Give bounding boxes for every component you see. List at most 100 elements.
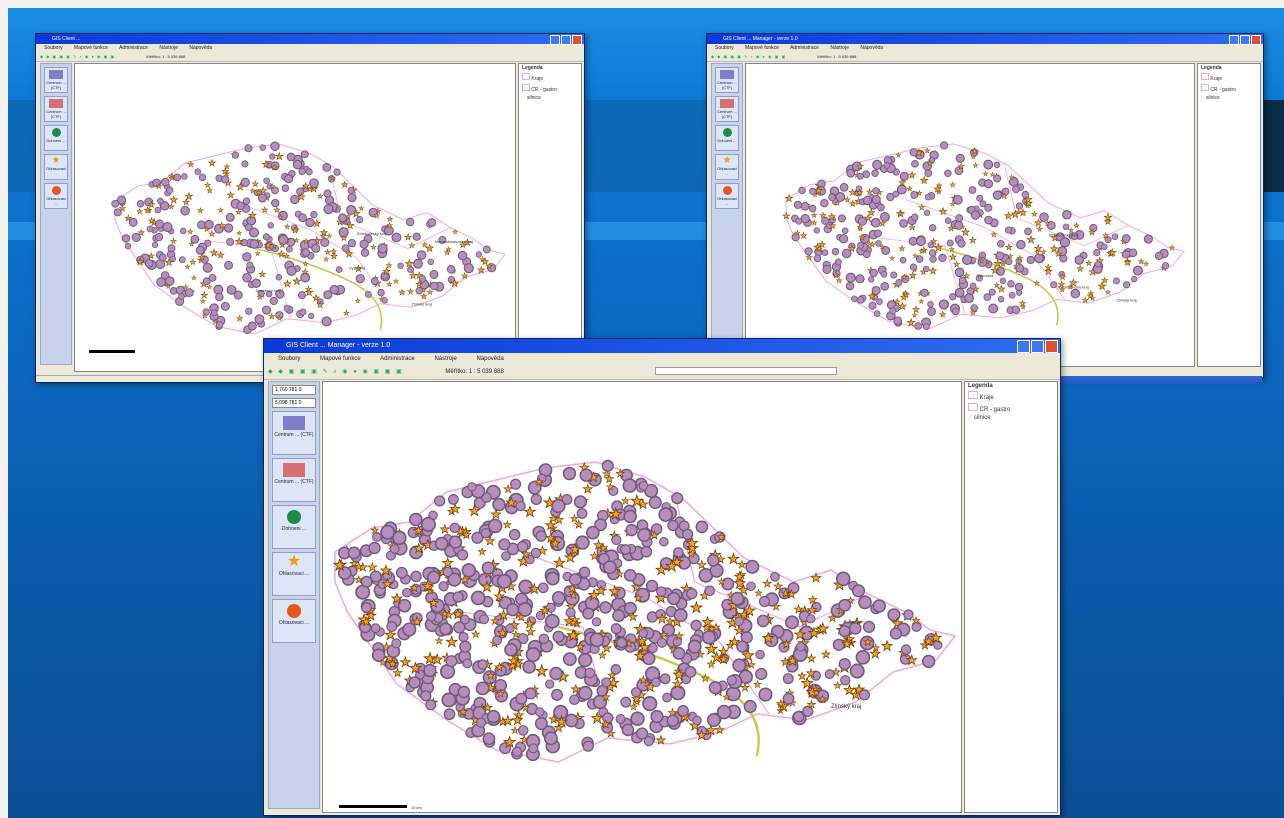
gastro-marker[interactable] [673, 608, 688, 623]
gastro-marker[interactable] [194, 168, 202, 175]
gastro-marker[interactable] [402, 587, 412, 598]
gastro-marker[interactable] [686, 588, 698, 600]
star-marker[interactable]: ★ [762, 579, 772, 591]
star-marker[interactable]: ★ [1034, 243, 1043, 254]
gastro-marker[interactable] [968, 186, 977, 194]
star-marker[interactable]: ★ [742, 603, 756, 620]
gastro-marker[interactable] [577, 653, 593, 668]
gastro-marker[interactable] [828, 193, 836, 202]
gastro-marker[interactable] [154, 219, 164, 229]
gastro-marker[interactable] [154, 206, 162, 214]
star-marker[interactable]: ★ [382, 266, 392, 278]
gastro-marker[interactable] [872, 599, 886, 613]
gastro-marker[interactable] [695, 520, 709, 534]
zoom-slider[interactable] [655, 367, 838, 376]
gastro-marker[interactable] [804, 247, 813, 256]
gastro-marker[interactable] [795, 217, 803, 225]
gastro-marker[interactable] [248, 227, 260, 238]
gastro-marker[interactable] [892, 190, 900, 198]
gastro-marker[interactable] [338, 213, 348, 223]
gastro-marker[interactable] [281, 184, 290, 192]
gastro-marker[interactable] [249, 239, 260, 249]
star-marker[interactable]: ★ [1017, 253, 1024, 262]
gastro-marker[interactable] [1101, 243, 1108, 251]
gastro-marker[interactable] [873, 310, 881, 317]
gastro-marker[interactable] [240, 177, 250, 188]
star-marker[interactable]: ★ [136, 207, 143, 216]
menu-mapove-funkce[interactable]: Mapové funkce [74, 45, 108, 51]
star-marker[interactable]: ★ [733, 569, 746, 585]
star-marker[interactable]: ★ [302, 260, 309, 268]
gastro-marker[interactable] [625, 523, 638, 537]
star-marker[interactable]: ★ [1103, 212, 1113, 224]
gastro-marker[interactable] [921, 654, 936, 669]
gastro-marker[interactable] [452, 591, 464, 603]
gastro-marker[interactable] [623, 509, 637, 524]
star-marker[interactable]: ★ [807, 604, 818, 618]
star-marker[interactable]: ★ [502, 520, 512, 532]
star-marker[interactable]: ★ [841, 637, 853, 652]
star-marker[interactable]: ★ [908, 223, 916, 232]
gastro-marker[interactable] [851, 584, 866, 598]
gastro-marker[interactable] [656, 586, 667, 597]
gastro-marker[interactable] [838, 234, 849, 244]
menu-administrace[interactable]: Administrace [790, 45, 819, 51]
gastro-marker[interactable] [822, 264, 832, 274]
star-marker[interactable]: ★ [413, 541, 425, 556]
gastro-marker[interactable] [758, 687, 773, 702]
star-marker[interactable]: ★ [800, 676, 814, 693]
sidebar-button-centrum-1[interactable]: Centrum ... (CTF) [272, 411, 316, 455]
gastro-marker[interactable] [575, 535, 590, 550]
gastro-marker[interactable] [851, 295, 858, 303]
gastro-marker[interactable] [846, 168, 856, 178]
gastro-marker[interactable] [845, 272, 856, 283]
gastro-marker[interactable] [380, 524, 396, 540]
gastro-marker[interactable] [911, 160, 919, 168]
star-marker[interactable]: ★ [341, 179, 349, 190]
gastro-marker[interactable] [395, 566, 408, 579]
star-marker[interactable]: ★ [718, 645, 729, 659]
gastro-marker[interactable] [231, 151, 239, 159]
star-marker[interactable]: ★ [740, 683, 750, 695]
gastro-marker[interactable] [146, 225, 154, 233]
star-marker[interactable]: ★ [814, 186, 824, 198]
gastro-marker[interactable] [409, 512, 423, 527]
gastro-marker[interactable] [154, 232, 164, 242]
gastro-marker[interactable] [984, 203, 993, 212]
star-marker[interactable]: ★ [819, 211, 827, 220]
star-marker[interactable]: ★ [881, 638, 894, 654]
gastro-marker[interactable] [983, 293, 992, 301]
gastro-marker[interactable] [180, 227, 187, 235]
gastro-marker[interactable] [408, 676, 421, 689]
star-marker[interactable]: ★ [496, 689, 506, 701]
gastro-marker[interactable] [630, 711, 645, 726]
star-marker[interactable]: ★ [197, 206, 204, 215]
menu-soubory[interactable]: Soubory [278, 356, 300, 362]
gastro-marker[interactable] [988, 288, 996, 296]
star-marker[interactable]: ★ [1097, 281, 1107, 293]
gastro-marker[interactable] [439, 622, 452, 636]
gastro-marker[interactable] [461, 563, 477, 578]
gastro-marker[interactable] [320, 237, 330, 248]
star-marker[interactable]: ★ [867, 291, 877, 303]
star-marker[interactable]: ★ [912, 252, 918, 260]
title-bar[interactable]: GIS Client ... Manager - verze 1.0 [264, 339, 1060, 353]
gastro-marker[interactable] [920, 288, 929, 297]
star-marker[interactable]: ★ [1085, 258, 1092, 268]
star-marker[interactable]: ★ [458, 706, 469, 719]
star-marker[interactable]: ★ [701, 673, 711, 685]
star-marker[interactable]: ★ [918, 203, 925, 212]
gastro-marker[interactable] [938, 299, 949, 310]
gastro-marker[interactable] [347, 239, 357, 248]
star-marker[interactable]: ★ [1059, 272, 1066, 282]
star-marker[interactable]: ★ [493, 589, 505, 604]
gastro-marker[interactable] [475, 681, 490, 696]
gastro-marker[interactable] [434, 536, 449, 551]
gastro-marker[interactable] [1008, 292, 1016, 299]
sidebar-button-ohlasovaci-1[interactable]: ★ Ohlasovaci ... [272, 552, 316, 596]
star-marker[interactable]: ★ [659, 630, 669, 642]
gastro-marker[interactable] [984, 215, 993, 225]
gastro-marker[interactable] [662, 692, 673, 703]
gastro-marker[interactable] [429, 270, 439, 279]
gastro-marker[interactable] [427, 218, 437, 227]
